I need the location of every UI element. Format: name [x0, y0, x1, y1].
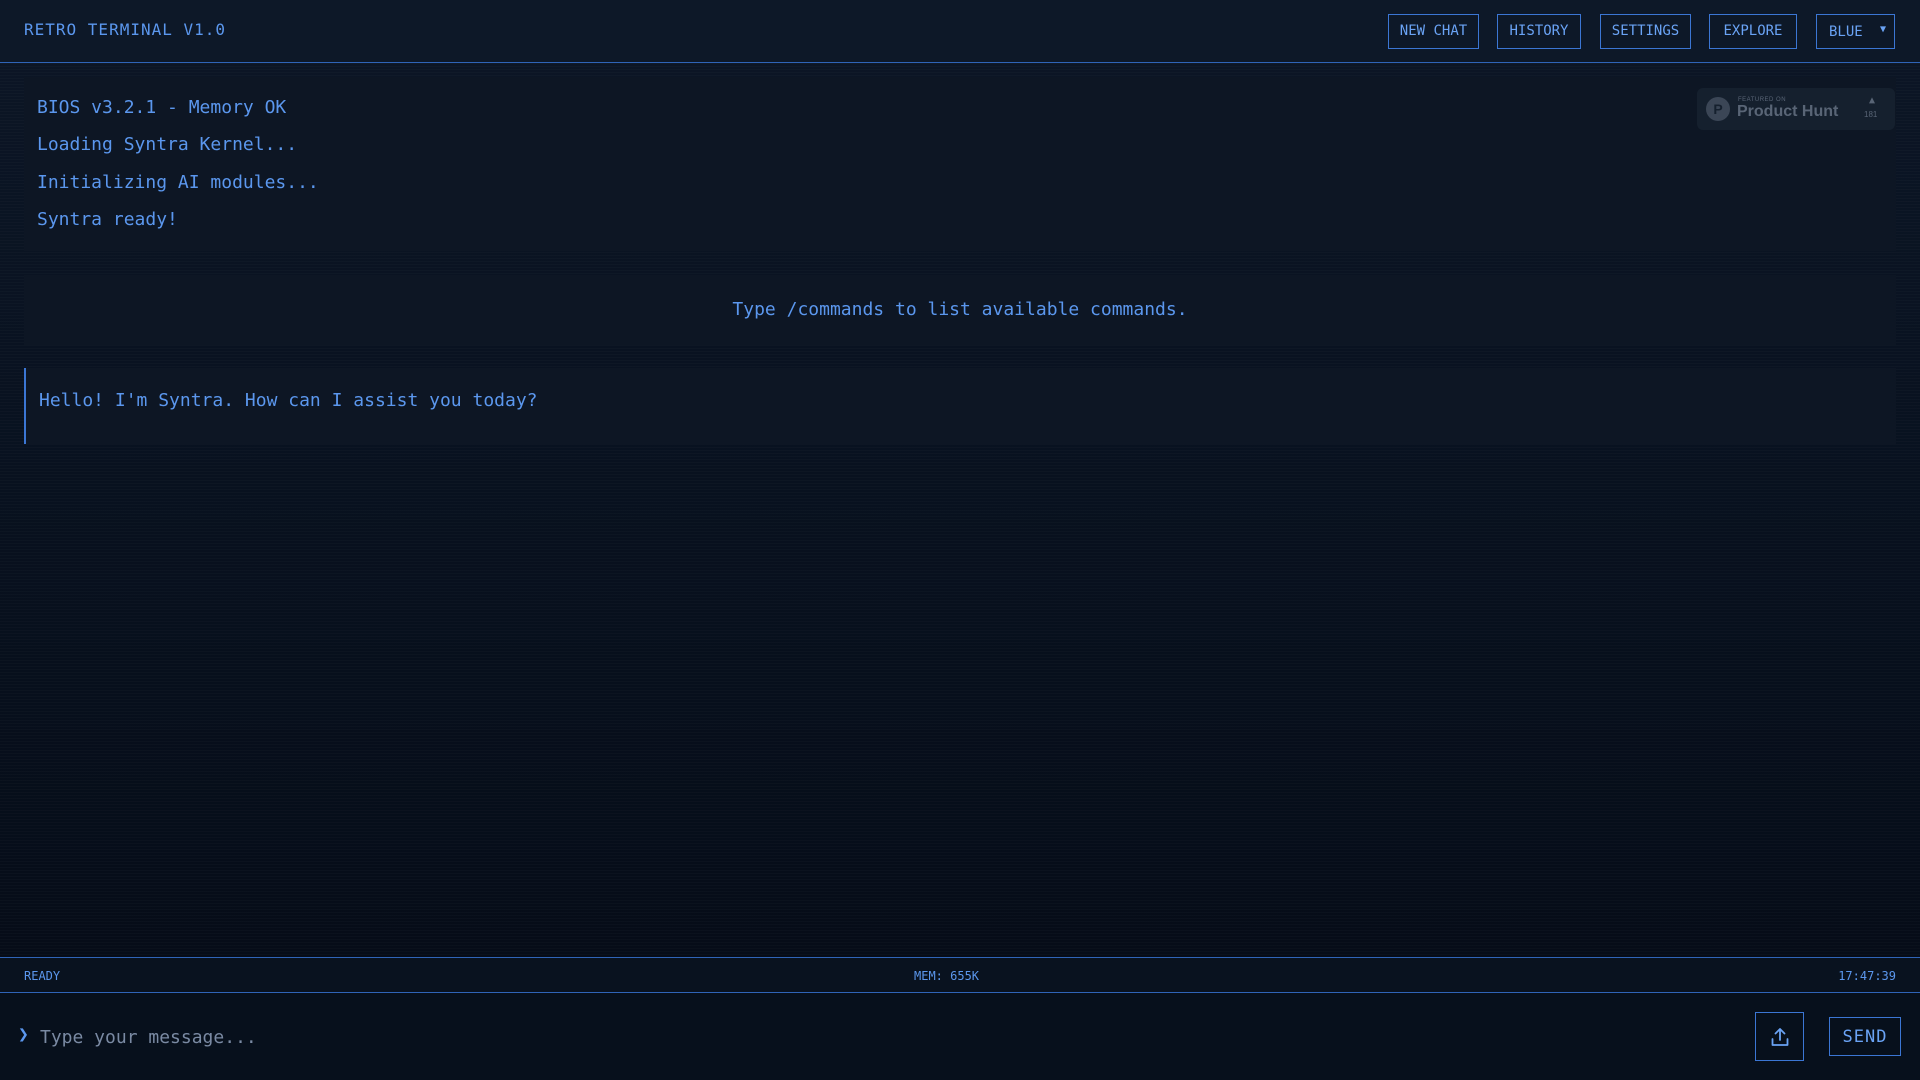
top-bar: RETRO TERMINAL V1.0 NEW CHAT HISTORY SET… [0, 0, 1920, 63]
history-button[interactable]: HISTORY [1497, 14, 1581, 49]
input-bar: ❯ [0, 993, 1920, 1080]
commands-hint-panel: Type /commands to list available command… [24, 275, 1896, 345]
explore-button[interactable]: EXPLORE [1709, 14, 1797, 49]
product-hunt-badge[interactable]: P FEATURED ON Product Hunt ▲ 181 [1697, 88, 1895, 130]
upload-icon [1771, 1027, 1788, 1046]
chevron-right-icon: ❯ [18, 1024, 29, 1045]
boot-line: BIOS v3.2.1 - Memory OK [37, 97, 287, 118]
status-bar: READY MEM: 655K 17:47:39 [0, 957, 1920, 993]
badge-vote-count: 181 [1864, 110, 1878, 119]
settings-button[interactable]: SETTINGS [1600, 14, 1691, 49]
new-chat-button[interactable]: NEW CHAT [1388, 14, 1479, 49]
theme-select[interactable]: BLUE ▼ [1816, 14, 1895, 49]
message-input[interactable] [40, 1023, 1740, 1051]
chevron-down-icon: ▼ [1879, 24, 1886, 35]
commands-hint: Type /commands to list available command… [732, 299, 1188, 320]
status-state: READY [24, 969, 61, 983]
memory-readout: MEM: 655K [914, 969, 980, 983]
badge-name: Product Hunt [1737, 103, 1839, 120]
theme-select-value: BLUE [1829, 24, 1863, 40]
upload-button[interactable] [1755, 1012, 1804, 1061]
clock: 17:47:39 [1838, 969, 1896, 983]
boot-log-panel: BIOS v3.2.1 - Memory OK Loading Syntra K… [24, 77, 1896, 251]
boot-line: Initializing AI modules... [37, 172, 319, 193]
product-hunt-icon: P [1706, 97, 1730, 121]
upvote-arrow-icon: ▲ [1869, 95, 1876, 106]
app-title: RETRO TERMINAL V1.0 [24, 20, 227, 39]
assistant-message-text: Hello! I'm Syntra. How can I assist you … [39, 390, 538, 411]
boot-line: Loading Syntra Kernel... [37, 134, 298, 155]
boot-line: Syntra ready! [37, 209, 178, 230]
send-button[interactable]: SEND [1829, 1017, 1901, 1056]
assistant-message: Hello! I'm Syntra. How can I assist you … [24, 368, 1896, 444]
